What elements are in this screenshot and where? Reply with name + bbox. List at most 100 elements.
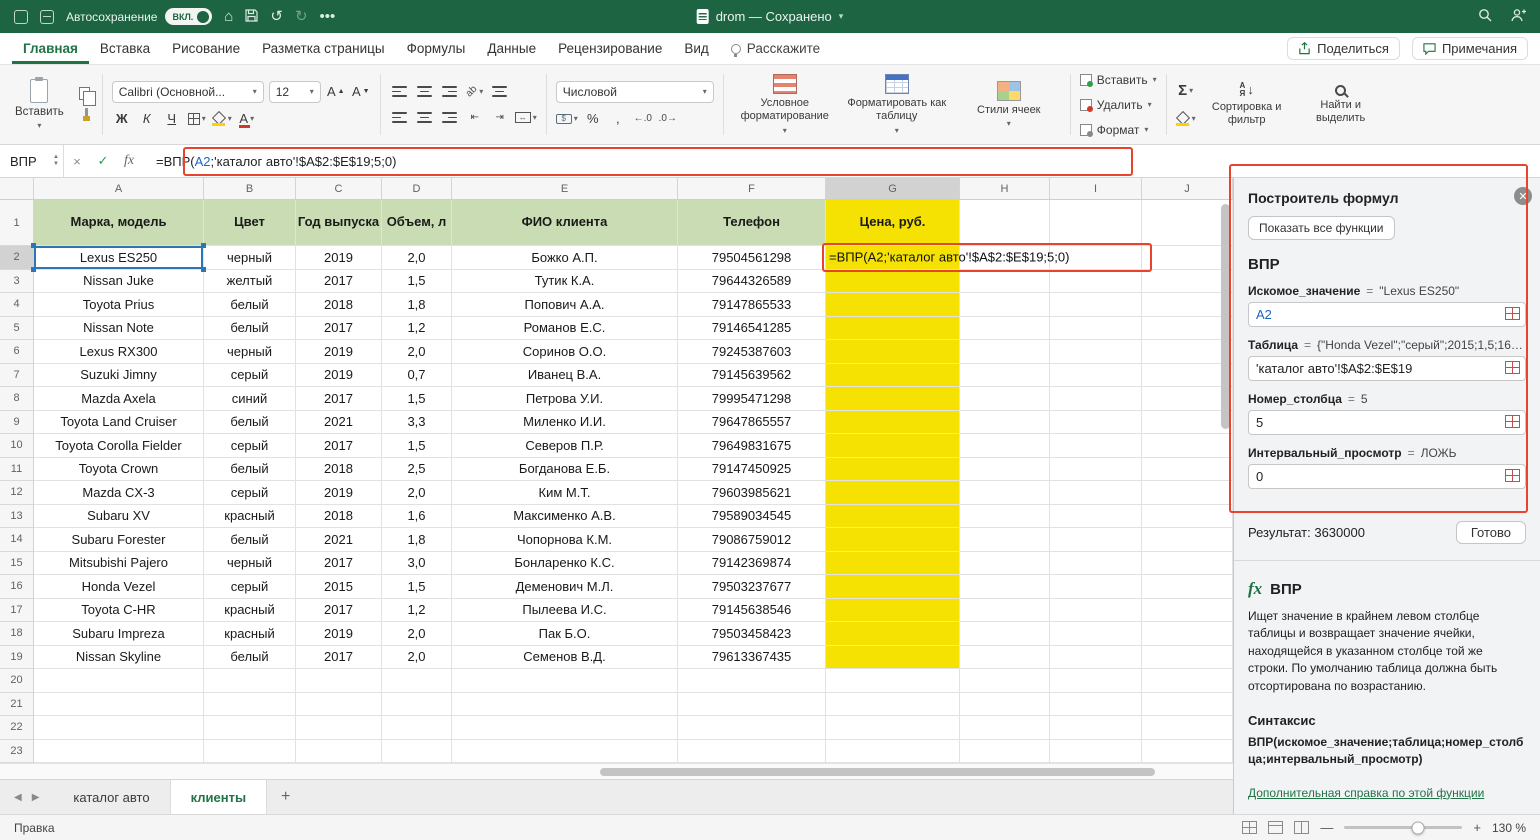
cell-D9[interactable]: 3,3 — [382, 411, 452, 435]
cell-C5[interactable]: 2017 — [296, 317, 382, 341]
cell-D3[interactable]: 1,5 — [382, 270, 452, 294]
cell-E12[interactable]: Ким М.Т. — [452, 481, 678, 505]
cell-A23[interactable] — [34, 740, 204, 764]
cell-A4[interactable]: Toyota Prius — [34, 293, 204, 317]
cell-F6[interactable]: 79245387603 — [678, 340, 826, 364]
cell-A9[interactable]: Toyota Land Cruiser — [34, 411, 204, 435]
number-format-select[interactable]: Числовой ▾ — [556, 81, 714, 103]
align-right-button[interactable] — [440, 108, 460, 128]
cell-F10[interactable]: 79649831675 — [678, 434, 826, 458]
cell-B22[interactable] — [204, 716, 296, 740]
page-break-view-icon[interactable] — [1294, 821, 1309, 834]
cell-E4[interactable]: Попович А.А. — [452, 293, 678, 317]
cell-C10[interactable]: 2017 — [296, 434, 382, 458]
cell-E14[interactable]: Чопорнова К.М. — [452, 528, 678, 552]
zoom-slider-thumb[interactable] — [1411, 821, 1424, 834]
row-header-16[interactable]: 16 — [0, 575, 34, 599]
argument-input-col-index[interactable] — [1248, 410, 1526, 435]
tab-draw[interactable]: Рисование — [161, 33, 251, 64]
cell-G2[interactable]: =ВПР(A2;'каталог авто'!$A$2:$E$19;5;0) — [826, 246, 960, 270]
cell-F20[interactable] — [678, 669, 826, 693]
cell-I7[interactable] — [1050, 364, 1142, 388]
font-name-select[interactable]: Calibri (Основной... ▾ — [112, 81, 264, 103]
cell-F14[interactable]: 79086759012 — [678, 528, 826, 552]
cell-A5[interactable]: Nissan Note — [34, 317, 204, 341]
cell-J20[interactable] — [1142, 669, 1233, 693]
decrease-font-button[interactable]: А▼ — [351, 82, 371, 102]
share-user-icon[interactable] — [1510, 8, 1526, 25]
cell-E22[interactable] — [452, 716, 678, 740]
cell-G1[interactable]: Цена, руб. — [826, 200, 960, 246]
cell-A19[interactable]: Nissan Skyline — [34, 646, 204, 670]
cell-I22[interactable] — [1050, 716, 1142, 740]
cell-E17[interactable]: Пылеева И.С. — [452, 599, 678, 623]
cell-B18[interactable]: красный — [204, 622, 296, 646]
cell-I13[interactable] — [1050, 505, 1142, 529]
cell-D5[interactable]: 1,2 — [382, 317, 452, 341]
font-color-button[interactable]: А▾ — [237, 109, 257, 129]
cell-A6[interactable]: Lexus RX300 — [34, 340, 204, 364]
cell-A21[interactable] — [34, 693, 204, 717]
cell-C23[interactable] — [296, 740, 382, 764]
confirm-formula-button[interactable]: ✓ — [90, 145, 116, 177]
cell-J5[interactable] — [1142, 317, 1233, 341]
cell-D16[interactable]: 1,5 — [382, 575, 452, 599]
cell-D18[interactable]: 2,0 — [382, 622, 452, 646]
cell-G9[interactable] — [826, 411, 960, 435]
cell-G14[interactable] — [826, 528, 960, 552]
horizontal-scrollbar[interactable] — [0, 763, 1233, 779]
cell-E2[interactable]: Божко А.П. — [452, 246, 678, 270]
cell-F21[interactable] — [678, 693, 826, 717]
cell-F2[interactable]: 79504561298 — [678, 246, 826, 270]
cell-I20[interactable] — [1050, 669, 1142, 693]
range-picker-icon[interactable] — [1505, 469, 1520, 482]
cell-G17[interactable] — [826, 599, 960, 623]
document-title-group[interactable]: drom — Сохранено ▾ — [697, 9, 844, 24]
tab-view[interactable]: Вид — [673, 33, 719, 64]
row-header-5[interactable]: 5 — [0, 317, 34, 341]
row-header-21[interactable]: 21 — [0, 693, 34, 717]
cell-H1[interactable] — [960, 200, 1050, 246]
italic-button[interactable]: К — [137, 109, 157, 129]
cell-J8[interactable] — [1142, 387, 1233, 411]
cell-I8[interactable] — [1050, 387, 1142, 411]
cell-I6[interactable] — [1050, 340, 1142, 364]
row-header-18[interactable]: 18 — [0, 622, 34, 646]
cell-E20[interactable] — [452, 669, 678, 693]
cell-G22[interactable] — [826, 716, 960, 740]
cell-B23[interactable] — [204, 740, 296, 764]
cell-I11[interactable] — [1050, 458, 1142, 482]
sheet-tab-catalog[interactable]: каталог авто — [53, 780, 170, 814]
cell-I23[interactable] — [1050, 740, 1142, 764]
cell-F18[interactable]: 79503458423 — [678, 622, 826, 646]
cell-A16[interactable]: Honda Vezel — [34, 575, 204, 599]
cell-B13[interactable]: красный — [204, 505, 296, 529]
normal-view-icon[interactable] — [1242, 821, 1257, 834]
cell-F5[interactable]: 79146541285 — [678, 317, 826, 341]
cell-H23[interactable] — [960, 740, 1050, 764]
cell-D17[interactable]: 1,2 — [382, 599, 452, 623]
cell-G12[interactable] — [826, 481, 960, 505]
cell-B1[interactable]: Цвет — [204, 200, 296, 246]
horizontal-scroll-thumb[interactable] — [600, 768, 1155, 776]
cell-D15[interactable]: 3,0 — [382, 552, 452, 576]
cell-D19[interactable]: 2,0 — [382, 646, 452, 670]
cell-I9[interactable] — [1050, 411, 1142, 435]
cell-B20[interactable] — [204, 669, 296, 693]
cell-D13[interactable]: 1,6 — [382, 505, 452, 529]
tab-formulas[interactable]: Формулы — [396, 33, 477, 64]
delete-cells-button[interactable]: Удалить ▾ — [1080, 95, 1157, 114]
argument-input-table[interactable] — [1248, 356, 1526, 381]
cell-I10[interactable] — [1050, 434, 1142, 458]
cell-H14[interactable] — [960, 528, 1050, 552]
increase-indent-button[interactable]: ⇥ — [490, 108, 510, 128]
copy-icon[interactable] — [79, 87, 90, 100]
cell-I3[interactable] — [1050, 270, 1142, 294]
cell-J15[interactable] — [1142, 552, 1233, 576]
cell-G7[interactable] — [826, 364, 960, 388]
cell-A18[interactable]: Subaru Impreza — [34, 622, 204, 646]
save-icon[interactable] — [245, 9, 258, 25]
row-header-15[interactable]: 15 — [0, 552, 34, 576]
column-header-G[interactable]: G — [826, 178, 960, 199]
cell-H3[interactable] — [960, 270, 1050, 294]
